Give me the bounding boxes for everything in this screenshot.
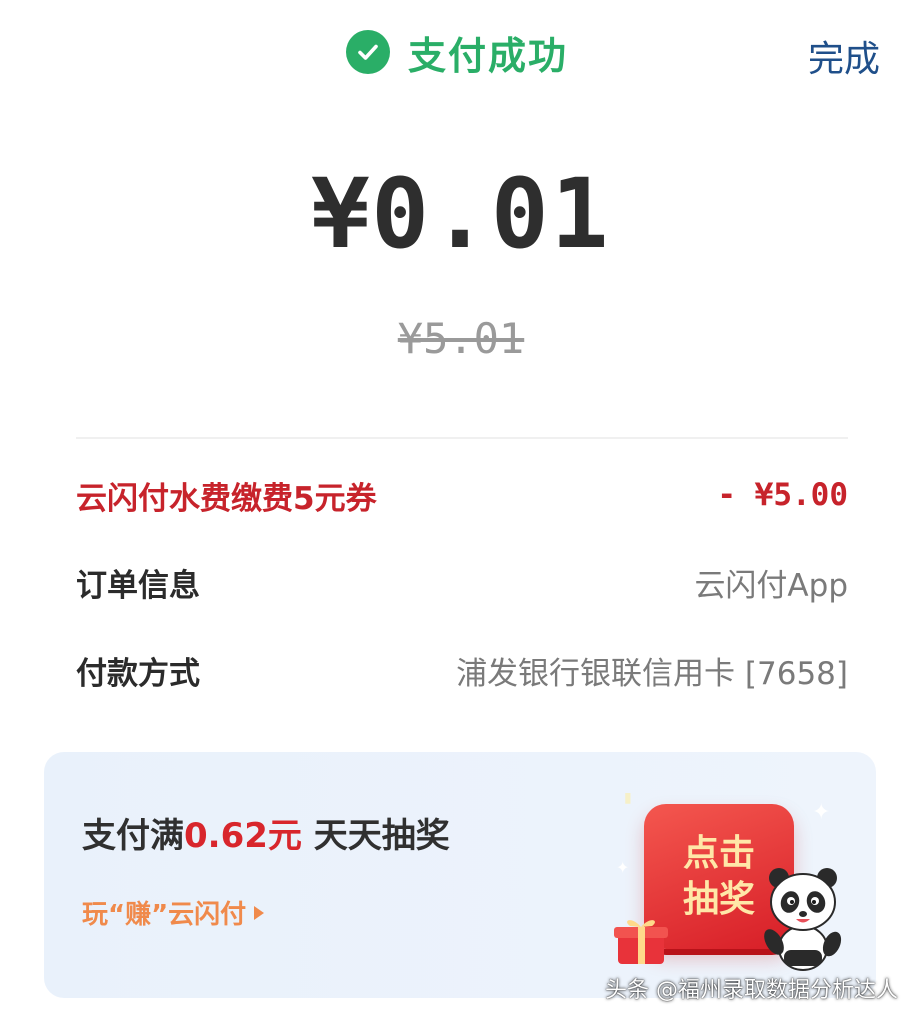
order-info-value: 云闪付App — [694, 567, 848, 604]
gift-box-icon — [614, 920, 668, 964]
coupon-row: 云闪付水费缴费5元券 - ¥5.00 — [76, 470, 848, 520]
coupon-discount: - ¥5.00 — [717, 477, 848, 513]
sparkle-icon: ✦ — [616, 858, 630, 877]
watermark: 头条 @福州录取数据分析达人 — [605, 978, 898, 1003]
panda-mascot-icon — [764, 868, 842, 971]
triangle-right-icon — [254, 905, 265, 920]
divider — [76, 437, 848, 439]
banner-title-highlight: 0.62元 — [184, 816, 302, 856]
sparkle-icon: ▮ — [624, 790, 632, 806]
payment-status: 支付成功 — [346, 26, 568, 78]
sparkle-icon: ✦ — [812, 800, 831, 825]
earn-link-label: 玩“赚”云闪付 — [82, 900, 247, 930]
payment-method-label: 付款方式 — [76, 655, 200, 692]
lottery-banner[interactable]: 支付满0.62元 天天抽奖 玩“赚”云闪付 ✦ ✦ ▮ 点击抽奖 — [44, 752, 876, 998]
check-circle-icon — [346, 30, 390, 74]
order-info-row: 订单信息 云闪付App — [76, 557, 848, 607]
coupon-label: 云闪付水费缴费5元券 — [76, 480, 377, 517]
earn-link[interactable]: 玩“赚”云闪付 — [82, 894, 265, 931]
banner-title-prefix: 支付满 — [82, 816, 184, 856]
original-amount: ¥5.01 — [397, 314, 525, 363]
result-header: 支付成功 完成 — [0, 0, 922, 110]
payment-method-row: 付款方式 浦发银行银联信用卡 [7658] — [76, 645, 848, 695]
banner-title: 支付满0.62元 天天抽奖 — [82, 808, 450, 857]
payment-method-value: 浦发银行银联信用卡 [7658] — [456, 655, 848, 692]
order-info-label: 订单信息 — [76, 567, 200, 604]
done-button[interactable]: 完成 — [808, 30, 880, 82]
draw-button-label: 点击抽奖 — [682, 832, 755, 920]
paid-amount: ¥0.01 — [311, 158, 611, 270]
banner-title-suffix: 天天抽奖 — [301, 816, 450, 856]
status-title: 支付成功 — [408, 33, 569, 78]
